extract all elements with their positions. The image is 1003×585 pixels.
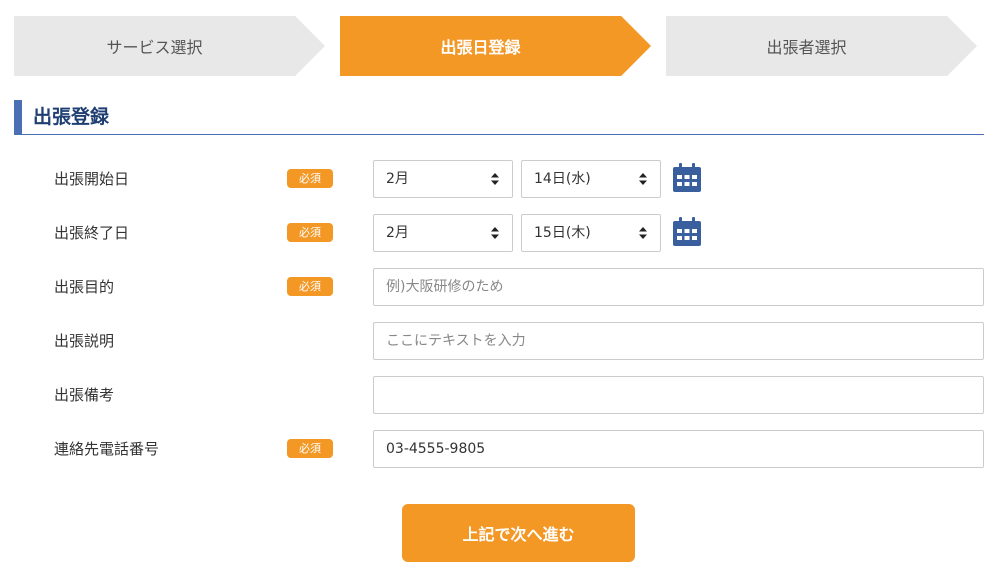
purpose-input[interactable] [373,268,984,306]
description-input[interactable] [373,322,984,360]
form-row-notes: 出張備考 [0,376,1003,414]
start-day-value: 14日(水) [534,171,591,187]
phone-label: 連絡先電話番号 [54,440,160,458]
start-month-value: 2月 [386,171,409,187]
step-label: 出張者選択 [766,38,847,57]
form-row-phone: 連絡先電話番号 必須 [0,430,1003,468]
end-day-select[interactable]: 15日(木) [521,214,661,252]
select-arrows-icon [491,227,499,239]
next-step-button[interactable]: 上記で次へ進む [402,504,635,562]
step-trip-date-register: 出張日登録 [340,16,651,76]
section-title: 出張登録 [33,106,110,128]
end-date-label: 出張終了日 [54,224,130,242]
step-service-select: サービス選択 [14,16,325,76]
required-badge: 必須 [287,439,333,458]
start-day-select[interactable]: 14日(水) [521,160,661,198]
phone-input[interactable] [373,430,984,468]
required-badge: 必須 [287,223,333,242]
form-row-purpose: 出張目的 必須 [0,268,1003,306]
notes-input[interactable] [373,376,984,414]
section-divider [14,134,984,135]
required-badge: 必須 [287,169,333,188]
select-arrows-icon [639,173,647,185]
calendar-icon[interactable] [671,216,703,248]
end-month-select[interactable]: 2月 [373,214,513,252]
purpose-label: 出張目的 [54,278,115,296]
form-row-start-date: 出張開始日 必須 2月 14日(水) [0,160,1003,198]
description-label: 出張説明 [54,332,115,350]
start-month-select[interactable]: 2月 [373,160,513,198]
start-date-label: 出張開始日 [54,170,130,188]
step-label: 出張日登録 [440,38,521,57]
calendar-icon[interactable] [671,162,703,194]
step-traveler-select: 出張者選択 [666,16,977,76]
notes-label: 出張備考 [54,386,115,404]
required-badge: 必須 [287,277,333,296]
select-arrows-icon [491,173,499,185]
section-heading-bar [14,100,22,135]
form-row-description: 出張説明 [0,322,1003,360]
end-month-value: 2月 [386,225,409,241]
select-arrows-icon [639,227,647,239]
end-day-value: 15日(木) [534,225,591,241]
form-row-end-date: 出張終了日 必須 2月 15日(木) [0,214,1003,252]
step-label: サービス選択 [106,38,203,57]
